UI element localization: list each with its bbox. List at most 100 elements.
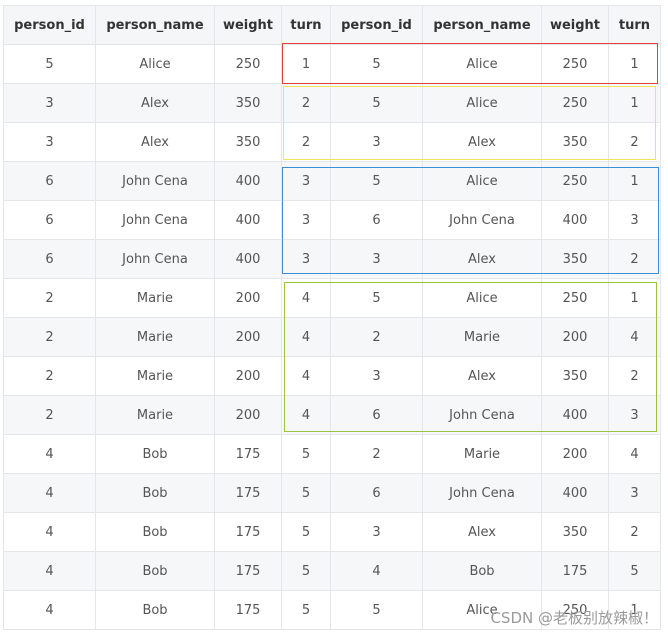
table-cell: 1 [608, 161, 661, 201]
table-cell: 1 [608, 278, 661, 318]
table-cell: 1 [608, 44, 661, 84]
table-cell: 6 [330, 200, 423, 240]
table-cell: 350 [541, 239, 609, 279]
table-cell: Alex [422, 122, 542, 162]
table-cell: 5 [608, 551, 661, 591]
table-cell: 6 [330, 395, 423, 435]
table-cell: 200 [541, 434, 609, 474]
table-cell: Bob [95, 551, 215, 591]
table-cell: 4 [3, 473, 96, 513]
table-cell: 4 [3, 434, 96, 474]
table-cell: 6 [3, 200, 96, 240]
table-cell: 3 [281, 239, 331, 279]
table-cell: 250 [541, 83, 609, 123]
table-cell: 2 [330, 434, 423, 474]
table-cell: 5 [281, 434, 331, 474]
table-cell: 4 [281, 278, 331, 318]
header-cell: weight [541, 5, 609, 45]
table-cell: 3 [608, 200, 661, 240]
table-cell: 5 [281, 590, 331, 630]
table-row: 2 Marie 200 4 2 Marie 200 4 [3, 317, 661, 357]
table-cell: 4 [281, 395, 331, 435]
header-cell: person_name [95, 5, 215, 45]
table-row: 6 John Cena 400 3 6 John Cena 400 3 [3, 200, 661, 240]
table-cell: Marie [95, 356, 215, 396]
table-cell: 5 [330, 278, 423, 318]
table-cell: John Cena [95, 200, 215, 240]
table-cell: Bob [95, 473, 215, 513]
table-cell: John Cena [422, 200, 542, 240]
table-cell: 350 [214, 83, 282, 123]
table-cell: 4 [608, 317, 661, 357]
table-cell: 200 [541, 317, 609, 357]
table-cell: 3 [281, 161, 331, 201]
header-cell: person_id [3, 5, 96, 45]
table-cell: Marie [422, 317, 542, 357]
table-cell: 2 [330, 317, 423, 357]
table-cell: John Cena [422, 473, 542, 513]
table-cell: 4 [3, 551, 96, 591]
table-row: 4 Bob 175 5 3 Alex 350 2 [3, 512, 661, 552]
table-cell: 2 [608, 512, 661, 552]
table-cell: 200 [214, 278, 282, 318]
table-cell: Alex [95, 122, 215, 162]
table-cell: 5 [330, 44, 423, 84]
table-cell: Marie [95, 395, 215, 435]
header-row: person_id person_name weight turn person… [3, 5, 661, 45]
table-cell: Bob [95, 434, 215, 474]
table-row: 3 Alex 350 2 5 Alice 250 1 [3, 83, 661, 123]
table-cell: John Cena [95, 239, 215, 279]
table-cell: 6 [3, 239, 96, 279]
table-cell: 400 [541, 200, 609, 240]
table-cell: Alice [95, 44, 215, 84]
table-cell: 175 [214, 434, 282, 474]
table-row: 6 John Cena 400 3 3 Alex 350 2 [3, 239, 661, 279]
table-cell: 4 [281, 356, 331, 396]
table-cell: 400 [541, 473, 609, 513]
table-cell: 5 [330, 590, 423, 630]
table-cell: 2 [281, 83, 331, 123]
table-cell: 350 [541, 356, 609, 396]
table-cell: Alice [422, 278, 542, 318]
table-cell: 250 [541, 161, 609, 201]
table-cell: 2 [608, 356, 661, 396]
table-cell: 3 [608, 473, 661, 513]
table-cell: 5 [3, 44, 96, 84]
table-row: 3 Alex 350 2 3 Alex 350 2 [3, 122, 661, 162]
table-cell: 3 [330, 512, 423, 552]
table-cell: Marie [95, 317, 215, 357]
table-cell: 250 [214, 44, 282, 84]
table-cell: 4 [281, 317, 331, 357]
table-cell: 2 [281, 122, 331, 162]
table-cell: 400 [214, 161, 282, 201]
table-cell: Bob [422, 551, 542, 591]
table-cell: 400 [541, 395, 609, 435]
table-cell: 400 [214, 200, 282, 240]
table-cell: 175 [214, 512, 282, 552]
table-row: 4 Bob 175 5 4 Bob 175 5 [3, 551, 661, 591]
table-cell: Alice [422, 44, 542, 84]
table-cell: 3 [330, 356, 423, 396]
result-table: person_id person_name weight turn person… [3, 5, 661, 630]
table-cell: 4 [608, 434, 661, 474]
table-cell: 200 [214, 317, 282, 357]
table-cell: 5 [330, 161, 423, 201]
table-cell: Alex [422, 356, 542, 396]
table-cell: 6 [3, 161, 96, 201]
table-cell: 400 [214, 239, 282, 279]
table-cell: 3 [3, 83, 96, 123]
table-row: 2 Marie 200 4 5 Alice 250 1 [3, 278, 661, 318]
table-cell: 3 [281, 200, 331, 240]
table-cell: 2 [3, 317, 96, 357]
table-cell: 175 [214, 473, 282, 513]
table-row: 4 Bob 175 5 2 Marie 200 4 [3, 434, 661, 474]
table-cell: 3 [330, 239, 423, 279]
table-cell: Bob [95, 590, 215, 630]
table-cell: 2 [608, 122, 661, 162]
table-cell: 175 [541, 551, 609, 591]
header-cell: person_id [330, 5, 423, 45]
table-cell: John Cena [422, 395, 542, 435]
table-cell: 1 [608, 83, 661, 123]
table-cell: 2 [3, 356, 96, 396]
table-row: 2 Marie 200 4 3 Alex 350 2 [3, 356, 661, 396]
